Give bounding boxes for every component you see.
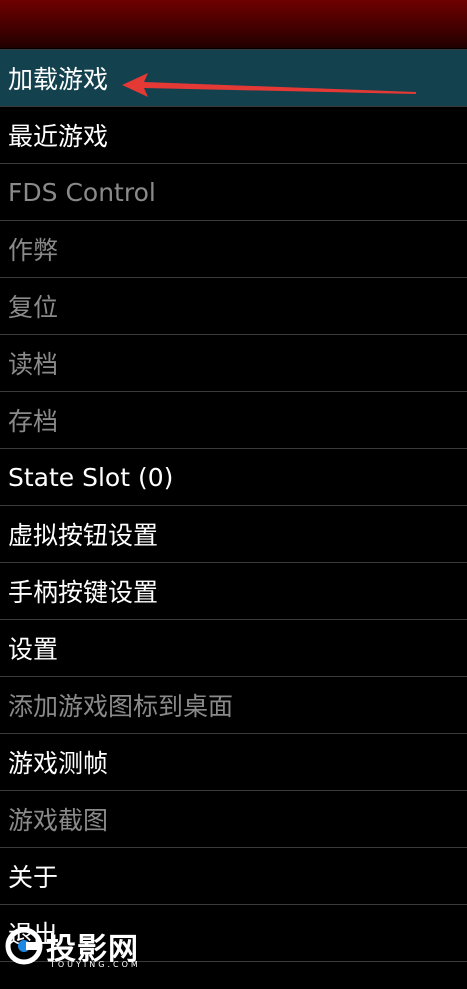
title-bar (0, 0, 467, 48)
menu-item-label: 读档 (8, 350, 59, 379)
menu-item-label: 最近游戏 (8, 122, 109, 151)
menu-item-label: 复位 (8, 293, 59, 322)
menu-item-load-state[interactable]: 读档 (0, 335, 467, 392)
menu-item-screenshot[interactable]: 游戏截图 (0, 791, 467, 848)
menu-item-add-shortcut[interactable]: 添加游戏图标到桌面 (0, 677, 467, 734)
menu-item-label: FDS Control (8, 177, 156, 207)
menu-item-fds-control[interactable]: FDS Control (0, 164, 467, 221)
annotation-arrow-icon (122, 73, 416, 97)
menu-item-label: 游戏截图 (8, 806, 109, 835)
menu-item-recent-games[interactable]: 最近游戏 (0, 107, 467, 164)
watermark-logo-icon (5, 927, 43, 965)
menu-item-label: 添加游戏图标到桌面 (8, 692, 234, 721)
menu-item-gamepad-settings[interactable]: 手柄按键设置 (0, 563, 467, 620)
menu-item-label: 加载游戏 (8, 65, 109, 94)
menu-item-label: 存档 (8, 407, 59, 436)
menu-item-frame-test[interactable]: 游戏测帧 (0, 734, 467, 791)
menu-item-label: 关于 (8, 863, 59, 892)
menu-item-virtual-buttons-settings[interactable]: 虚拟按钮设置 (0, 506, 467, 563)
options-menu: 加载游戏 最近游戏 FDS Control 作弊 复位 读档 存档 State … (0, 49, 467, 962)
menu-item-state-slot[interactable]: State Slot (0) (0, 449, 467, 506)
menu-item-settings[interactable]: 设置 (0, 620, 467, 677)
menu-item-label: 设置 (8, 635, 59, 664)
menu-item-cheats[interactable]: 作弊 (0, 221, 467, 278)
watermark: 投影网 TOUYING.COM (4, 922, 164, 972)
menu-item-label: 手柄按键设置 (8, 578, 159, 607)
menu-item-label: 作弊 (8, 236, 59, 265)
menu-item-label: 虚拟按钮设置 (8, 521, 159, 550)
menu-item-label: State Slot (0) (8, 462, 174, 492)
menu-item-save-state[interactable]: 存档 (0, 392, 467, 449)
menu-item-label: 游戏测帧 (8, 749, 109, 778)
watermark-domain: TOUYING.COM (50, 960, 141, 969)
menu-item-reset[interactable]: 复位 (0, 278, 467, 335)
menu-item-about[interactable]: 关于 (0, 848, 467, 905)
